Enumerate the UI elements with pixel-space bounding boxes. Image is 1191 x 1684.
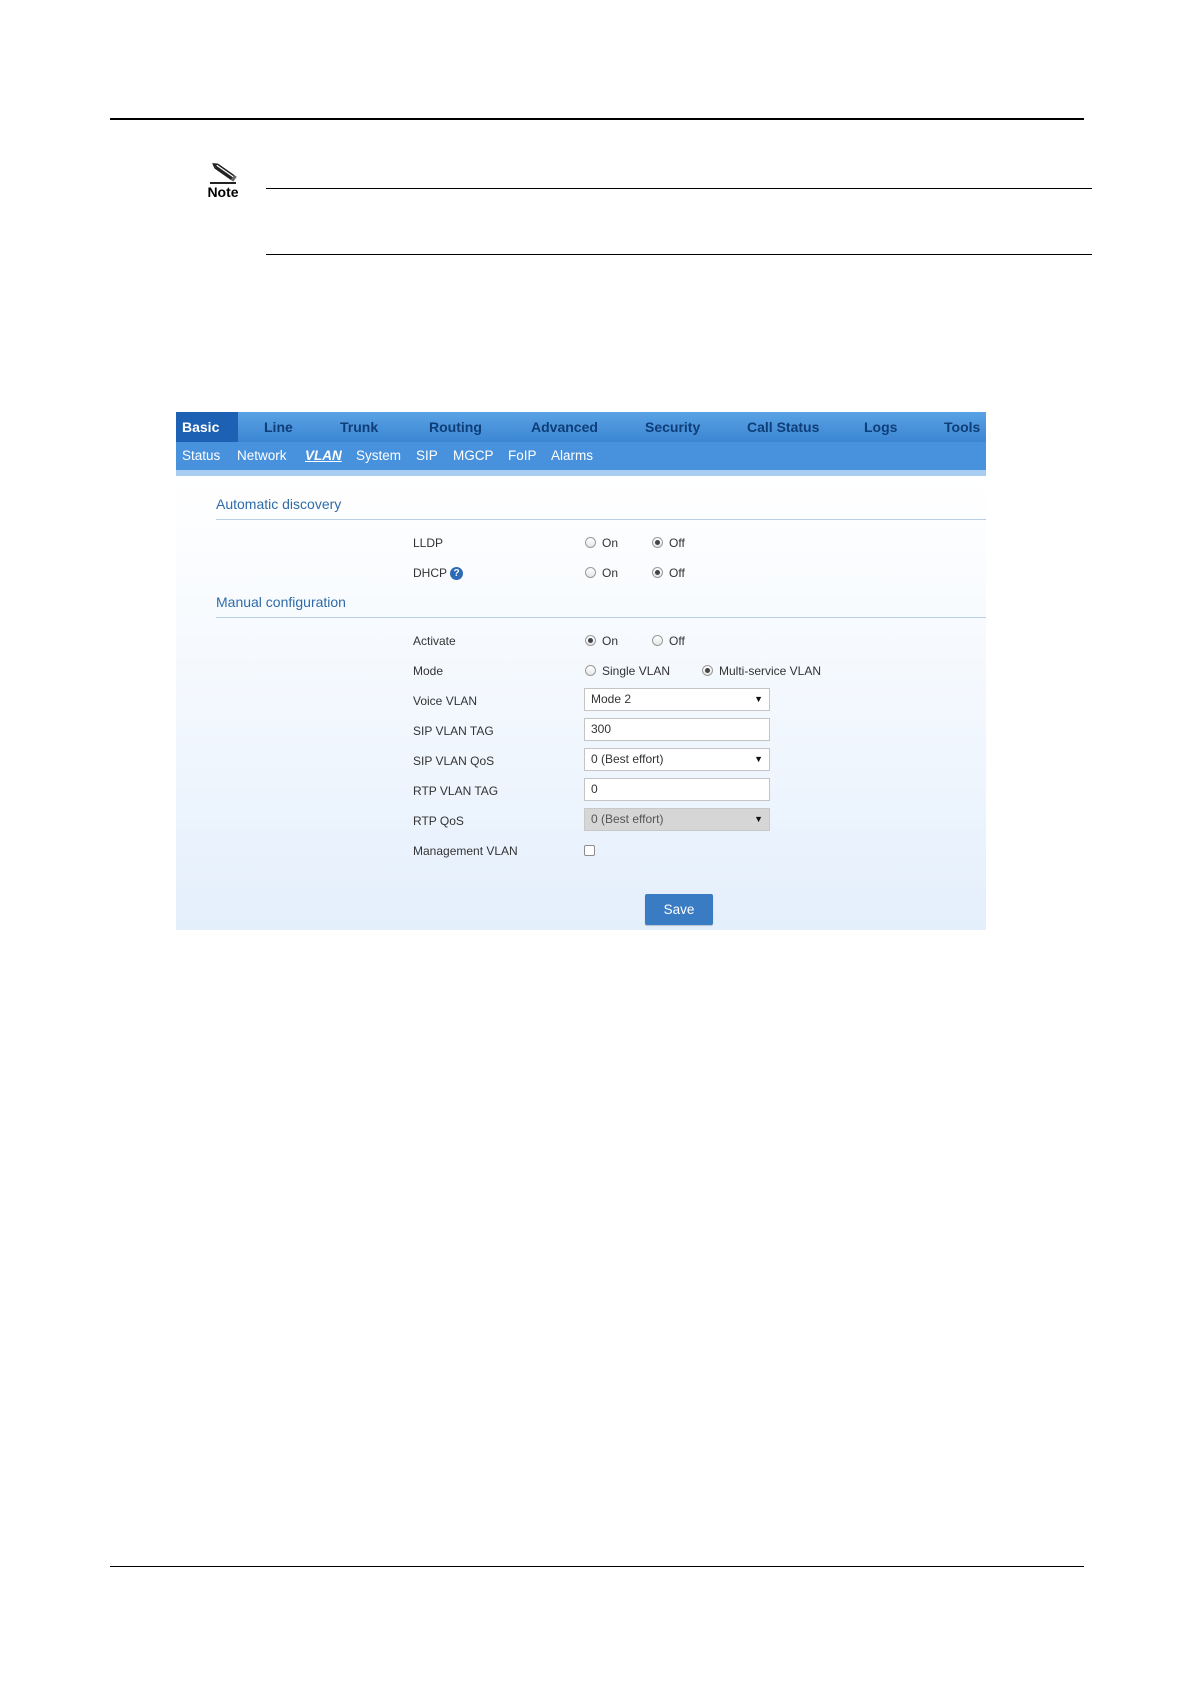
tab-security[interactable]: Security (645, 412, 700, 442)
mode-multi-radio[interactable] (702, 665, 713, 676)
mode-single-radio[interactable] (585, 665, 596, 676)
note-label: Note (207, 184, 239, 200)
mode-single-label: Single VLAN (602, 664, 671, 678)
activate-on-label: On (602, 634, 619, 648)
mode-label: Mode (413, 664, 444, 678)
voice-vlan-select[interactable]: Mode 2 ▼ (584, 688, 770, 711)
rtp-qos-label: RTP QoS (413, 814, 464, 828)
tab-call-status[interactable]: Call Status (747, 412, 819, 442)
activate-label: Activate (413, 634, 456, 648)
pencil-note-icon (210, 163, 237, 184)
subtab-foip[interactable]: FoIP (508, 442, 537, 470)
dhcp-off-radio[interactable] (652, 567, 663, 578)
voice-vlan-label: Voice VLAN (413, 694, 478, 708)
section-divider (216, 519, 986, 520)
subtab-sip[interactable]: SIP (416, 442, 438, 470)
section-title-automatic-discovery: Automatic discovery (216, 496, 342, 512)
lldp-off-radio[interactable] (652, 537, 663, 548)
subtab-alarms[interactable]: Alarms (551, 442, 593, 470)
rtp-qos-select[interactable]: 0 (Best effort) ▼ (584, 808, 770, 831)
note-top-rule (266, 188, 1092, 189)
tab-trunk[interactable]: Trunk (340, 412, 378, 442)
subtab-vlan[interactable]: VLAN (305, 442, 342, 470)
rtp-qos-value: 0 (Best effort) (591, 812, 664, 826)
dhcp-on-label: On (602, 566, 619, 580)
sip-vlan-tag-value: 300 (591, 722, 612, 736)
sip-vlan-qos-label: SIP VLAN QoS (413, 754, 495, 768)
tab-tools[interactable]: Tools (944, 412, 980, 442)
sip-vlan-tag-label: SIP VLAN TAG (413, 724, 494, 738)
main-nav: Basic Line Trunk Routing Advanced Securi… (176, 412, 986, 442)
sip-vlan-qos-value: 0 (Best effort) (591, 752, 664, 766)
note-block: Note (200, 160, 246, 200)
dhcp-label-text: DHCP (413, 566, 448, 580)
activate-off-label: Off (669, 634, 685, 648)
sub-nav: Status Network VLAN System SIP MGCP FoIP… (176, 442, 986, 470)
section-divider (216, 617, 986, 618)
lldp-on-label: On (602, 536, 619, 550)
dhcp-label: DHCP? (413, 566, 464, 581)
vlan-form: Automatic discovery LLDP On Off DHCP? On… (176, 476, 986, 930)
lldp-label: LLDP (413, 536, 444, 550)
note-bottom-rule (266, 254, 1092, 255)
dhcp-off-label: Off (669, 566, 685, 580)
dropdown-arrow-icon: ▼ (754, 814, 763, 824)
section-title-manual-configuration: Manual configuration (216, 594, 346, 610)
subtab-mgcp[interactable]: MGCP (453, 442, 494, 470)
management-vlan-label: Management VLAN (413, 844, 518, 858)
subtab-network[interactable]: Network (237, 442, 287, 470)
sip-vlan-qos-select[interactable]: 0 (Best effort) ▼ (584, 748, 770, 771)
subtab-status[interactable]: Status (182, 442, 220, 470)
dhcp-on-radio[interactable] (585, 567, 596, 578)
subtab-system[interactable]: System (356, 442, 401, 470)
save-button[interactable]: Save (645, 894, 713, 925)
rtp-vlan-tag-label: RTP VLAN TAG (413, 784, 499, 798)
tab-logs[interactable]: Logs (864, 412, 897, 442)
vlan-config-screen: Basic Line Trunk Routing Advanced Securi… (176, 412, 986, 930)
rtp-vlan-tag-value: 0 (591, 782, 598, 796)
lldp-on-radio[interactable] (585, 537, 596, 548)
voice-vlan-value: Mode 2 (591, 692, 632, 706)
help-icon[interactable]: ? (450, 567, 464, 581)
header-rule (110, 118, 1084, 120)
management-vlan-checkbox[interactable] (584, 845, 595, 856)
dropdown-arrow-icon: ▼ (754, 754, 763, 764)
mode-multi-label: Multi-service VLAN (719, 664, 822, 678)
sip-vlan-tag-input[interactable]: 300 (584, 718, 770, 741)
tab-advanced[interactable]: Advanced (531, 412, 598, 442)
rtp-vlan-tag-input[interactable]: 0 (584, 778, 770, 801)
tab-line[interactable]: Line (264, 412, 293, 442)
lldp-off-label: Off (669, 536, 685, 550)
dropdown-arrow-icon: ▼ (754, 694, 763, 704)
footer-rule (110, 1566, 1084, 1567)
tab-basic[interactable]: Basic (176, 412, 238, 442)
tab-routing[interactable]: Routing (429, 412, 482, 442)
activate-on-radio[interactable] (585, 635, 596, 646)
activate-off-radio[interactable] (652, 635, 663, 646)
